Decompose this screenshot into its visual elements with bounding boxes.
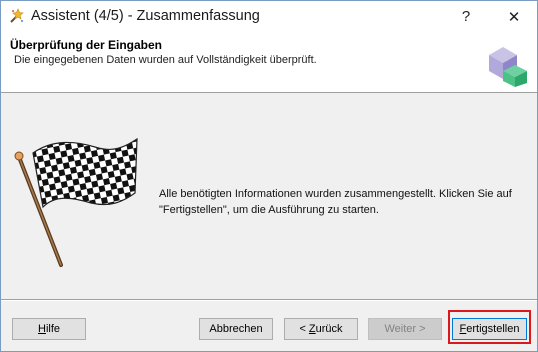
wizard-window: Assistent (4/5) - Zusammenfassung ? ✕ Üb… (0, 0, 538, 352)
checkered-flag-icon (14, 137, 138, 267)
title-bar: Assistent (4/5) - Zusammenfassung ? ✕ (1, 1, 537, 32)
back-label: urück (315, 323, 343, 335)
help-title-button[interactable]: ? (443, 1, 489, 32)
wizard-content: Alle benötigten Informationen wurden zus… (1, 93, 537, 299)
step-title: Überprüfung der Eingaben (10, 38, 163, 52)
finish-button-highlight (448, 310, 531, 344)
wizard-app-icon (10, 8, 24, 23)
help-button[interactable]: Hilfe (12, 318, 86, 340)
cancel-button[interactable]: Abbrechen (199, 318, 273, 340)
cancel-label: Abbrechen (209, 323, 263, 335)
summary-message: Alle benötigten Informationen wurden zus… (159, 188, 512, 216)
close-window-button[interactable]: ✕ (491, 1, 537, 32)
product-logo-icon (489, 47, 527, 87)
back-mnemonic: Z (308, 323, 316, 335)
close-icon: ✕ (507, 8, 521, 26)
step-subtitle: Die eingegebenen Daten wurden auf Vollst… (14, 54, 317, 66)
back-button[interactable]: < Zurück (284, 318, 358, 340)
next-button[interactable]: Weiter > (368, 318, 442, 340)
button-separator (1, 299, 537, 301)
back-prefix: < (299, 323, 309, 335)
question-mark-icon: ? (461, 8, 471, 25)
next-label: Weiter > (384, 323, 426, 335)
window-title: Assistent (4/5) - Zusammenfassung (31, 8, 260, 24)
help-label: ilfe (45, 323, 60, 335)
wizard-header: Überprüfung der Eingaben Die eingegebene… (1, 32, 537, 93)
help-mnemonic: H (37, 323, 46, 335)
